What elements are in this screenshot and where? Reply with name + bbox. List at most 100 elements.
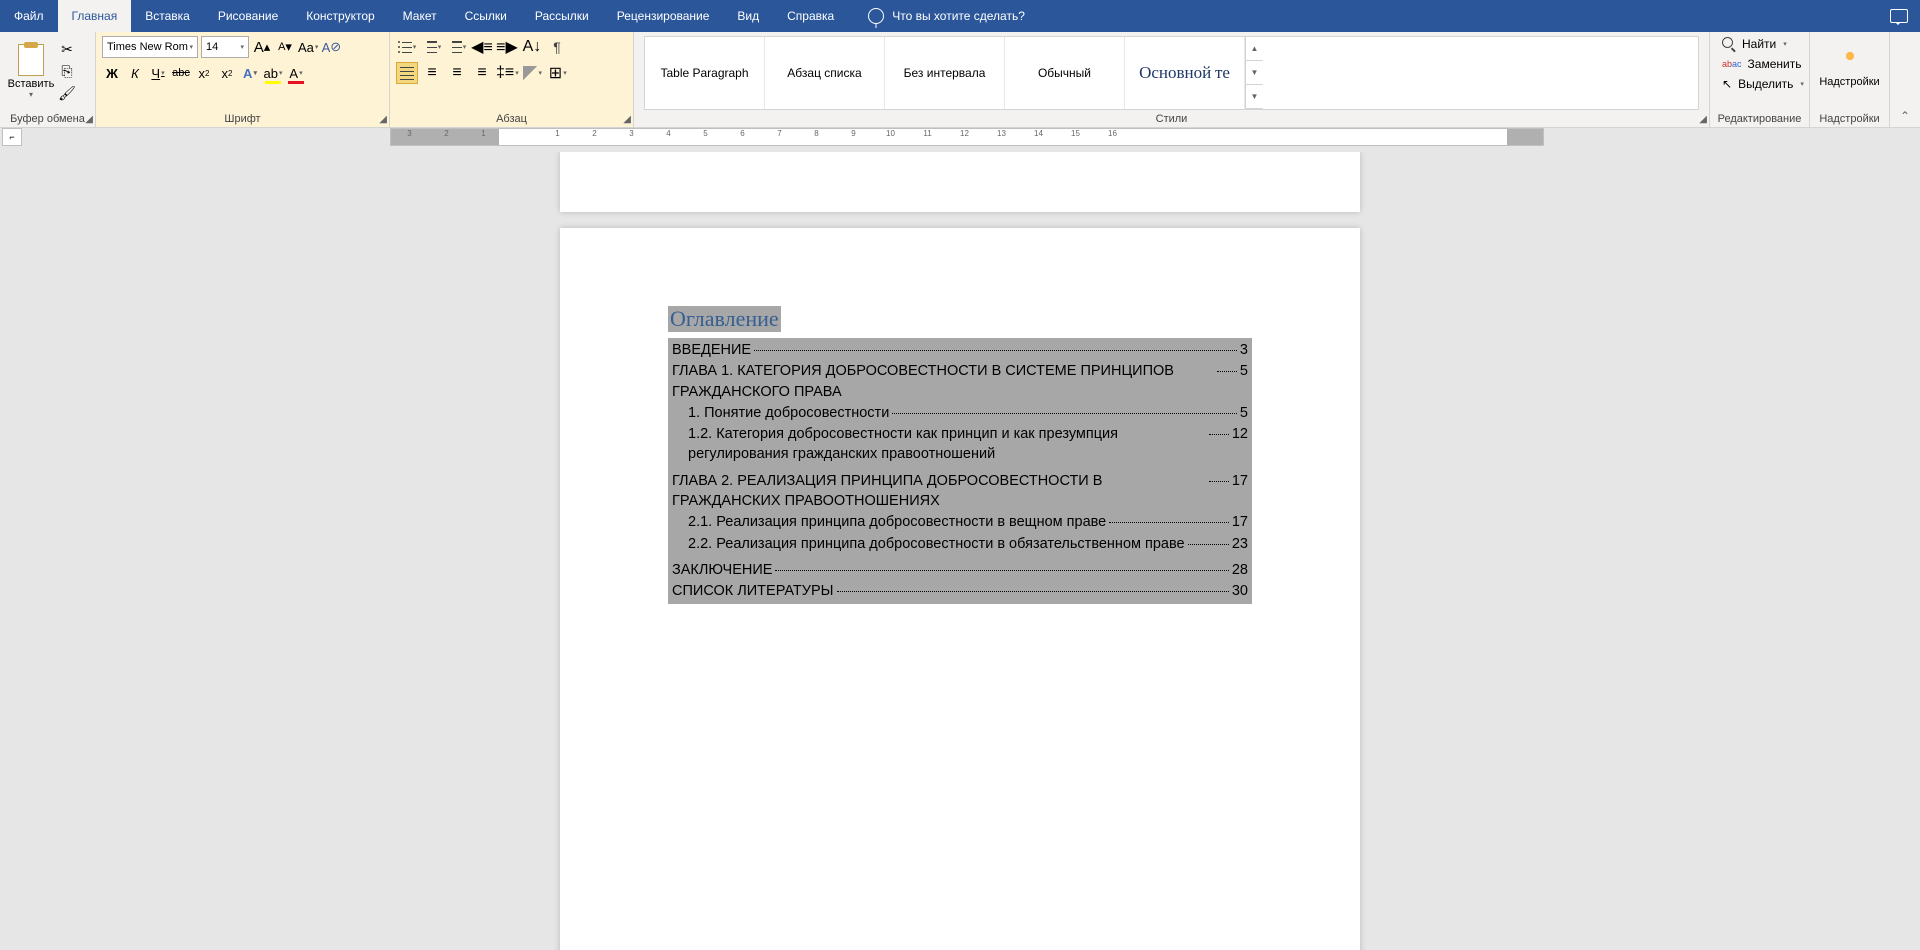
tab-insert[interactable]: Вставка xyxy=(131,0,204,32)
paste-button[interactable]: Вставить ▾ xyxy=(6,34,56,108)
style-body-text[interactable]: Основной те xyxy=(1125,37,1245,109)
toc-entry[interactable]: 1.2. Категория добросовестности как прин… xyxy=(672,424,1248,465)
font-size-select[interactable]: 14▾ xyxy=(201,36,249,58)
toc-page-number: 5 xyxy=(1240,361,1248,381)
dialog-launcher-icon[interactable]: ◢ xyxy=(623,114,631,125)
collapse-ribbon-button[interactable]: ⌃ xyxy=(1890,32,1920,127)
toc-entry[interactable]: ЗАКЛЮЧЕНИЕ 28 xyxy=(672,560,1248,580)
shrink-font-button[interactable]: A▾ xyxy=(275,36,295,58)
group-clipboard: Вставить ▾ ✂ ⎘ 🖌 Буфер обмена ◢ xyxy=(0,32,96,127)
increase-indent-button[interactable]: ≡▶ xyxy=(496,36,518,58)
multilevel-button[interactable]: ▾ xyxy=(446,36,468,58)
underline-button[interactable]: Ч▾ xyxy=(148,62,168,84)
justify-button[interactable]: ≡ xyxy=(471,62,493,84)
highlight-button[interactable]: ab▾ xyxy=(263,62,283,84)
dialog-launcher-icon[interactable]: ◢ xyxy=(85,114,93,125)
grow-font-button[interactable]: A▴ xyxy=(252,36,272,58)
toc-text: ГЛАВА 2. РЕАЛИЗАЦИЯ ПРИНЦИПА ДОБРОСОВЕСТ… xyxy=(672,471,1206,512)
gallery-more-button[interactable]: ▼ xyxy=(1246,85,1263,109)
tab-layout[interactable]: Макет xyxy=(389,0,451,32)
document-area[interactable]: Оглавление ВВЕДЕНИЕ3ГЛАВА 1. КАТЕГОРИЯ Д… xyxy=(0,152,1920,950)
toc-page-number: 17 xyxy=(1232,471,1248,491)
toc-entry[interactable]: 2.2. Реализация принципа добросовестност… xyxy=(672,534,1248,554)
tab-home[interactable]: Главная xyxy=(58,0,132,32)
clipboard-icon xyxy=(18,44,44,76)
group-label-clipboard: Буфер обмена xyxy=(6,111,89,127)
superscript-button[interactable]: x2 xyxy=(217,62,237,84)
previous-page-bottom xyxy=(560,152,1360,212)
group-label-styles: Стили xyxy=(640,111,1703,127)
tab-design[interactable]: Конструктор xyxy=(292,0,388,32)
find-button[interactable]: Найти▾ xyxy=(1716,34,1803,54)
tab-view[interactable]: Вид xyxy=(723,0,773,32)
line-spacing-button[interactable]: ‡≡▾ xyxy=(496,62,519,84)
addons-button[interactable]: Надстройки xyxy=(1816,34,1883,88)
toc-text: 1.2. Категория добросовестности как прин… xyxy=(688,424,1206,465)
clear-formatting-button[interactable]: A⊘ xyxy=(321,36,341,58)
horizontal-ruler[interactable]: 32112345678910111213141516 xyxy=(390,128,1544,146)
tab-file[interactable]: Файл xyxy=(0,0,58,32)
font-color-button[interactable]: A▾ xyxy=(286,62,306,84)
toc-entry[interactable]: ВВЕДЕНИЕ3 xyxy=(672,340,1248,360)
align-center-button[interactable]: ≡ xyxy=(421,62,443,84)
dialog-launcher-icon[interactable]: ◢ xyxy=(379,114,387,125)
tell-me-search[interactable]: Что вы хотите сделать? xyxy=(868,8,1025,24)
page: Оглавление ВВЕДЕНИЕ3ГЛАВА 1. КАТЕГОРИЯ Д… xyxy=(560,228,1360,950)
change-case-button[interactable]: Aa▾ xyxy=(298,36,318,58)
toc-page-number: 28 xyxy=(1232,560,1248,580)
toc-leader xyxy=(1217,371,1237,372)
ruler-corner[interactable]: ⌐ xyxy=(2,128,22,146)
format-painter-icon[interactable]: 🖌 xyxy=(58,84,76,102)
align-left-button[interactable] xyxy=(396,62,418,84)
tab-mailings[interactable]: Рассылки xyxy=(521,0,603,32)
bold-button[interactable]: Ж xyxy=(102,62,122,84)
strikethrough-button[interactable]: abc xyxy=(171,62,191,84)
tab-help[interactable]: Справка xyxy=(773,0,848,32)
show-marks-button[interactable]: ¶ xyxy=(546,36,568,58)
tab-review[interactable]: Рецензирование xyxy=(603,0,724,32)
toc-entry[interactable]: ГЛАВА 2. РЕАЛИЗАЦИЯ ПРИНЦИПА ДОБРОСОВЕСТ… xyxy=(672,471,1248,512)
copy-icon[interactable]: ⎘ xyxy=(58,62,76,80)
toc-leader xyxy=(1209,481,1229,482)
toc-page-number: 30 xyxy=(1232,581,1248,601)
comments-icon[interactable] xyxy=(1890,9,1908,23)
style-table-paragraph[interactable]: Table Paragraph xyxy=(645,37,765,109)
bulb-icon xyxy=(868,8,884,24)
toc-title[interactable]: Оглавление xyxy=(668,306,781,332)
borders-button[interactable]: ⊞▾ xyxy=(547,62,569,84)
tab-draw[interactable]: Рисование xyxy=(204,0,292,32)
text-effects-button[interactable]: A▾ xyxy=(240,62,260,84)
toc-page-number: 17 xyxy=(1232,512,1248,532)
subscript-button[interactable]: x2 xyxy=(194,62,214,84)
style-list-paragraph[interactable]: Абзац списка xyxy=(765,37,885,109)
toc-entry[interactable]: 2.1. Реализация принципа добросовестност… xyxy=(672,512,1248,532)
decrease-indent-button[interactable]: ◀≡ xyxy=(471,36,493,58)
dialog-launcher-icon[interactable]: ◢ xyxy=(1699,114,1707,125)
style-normal[interactable]: Обычный xyxy=(1005,37,1125,109)
gallery-down-button[interactable]: ▼ xyxy=(1246,61,1263,85)
cut-icon[interactable]: ✂ xyxy=(58,40,76,58)
toc-entry[interactable]: ГЛАВА 1. КАТЕГОРИЯ ДОБРОСОВЕСТНОСТИ В СИ… xyxy=(672,361,1248,402)
toc-block[interactable]: ВВЕДЕНИЕ3ГЛАВА 1. КАТЕГОРИЯ ДОБРОСОВЕСТН… xyxy=(668,338,1252,604)
toc-entry[interactable]: 1. Понятие добросовестности5 xyxy=(672,403,1248,423)
select-button[interactable]: ↖Выделить▾ xyxy=(1716,74,1803,94)
gallery-up-button[interactable]: ▲ xyxy=(1246,37,1263,61)
toc-page-number: 3 xyxy=(1240,340,1248,360)
toc-entry[interactable]: СПИСОК ЛИТЕРАТУРЫ30 xyxy=(672,581,1248,601)
numbering-button[interactable]: ▾ xyxy=(421,36,443,58)
toc-leader xyxy=(754,350,1237,351)
toc-text: ЗАКЛЮЧЕНИЕ xyxy=(672,560,772,580)
replace-button[interactable]: abacЗаменить xyxy=(1716,54,1803,74)
tab-references[interactable]: Ссылки xyxy=(451,0,521,32)
italic-button[interactable]: К xyxy=(125,62,145,84)
sort-button[interactable]: A↓ xyxy=(521,36,543,58)
style-no-spacing[interactable]: Без интервала xyxy=(885,37,1005,109)
group-label-editing: Редактирование xyxy=(1716,111,1803,127)
group-label-addons: Надстройки xyxy=(1816,111,1883,127)
font-name-select[interactable]: Times New Rom▾ xyxy=(102,36,198,58)
shading-button[interactable]: ▾ xyxy=(522,62,544,84)
align-right-button[interactable]: ≡ xyxy=(446,62,468,84)
addons-label: Надстройки xyxy=(1819,76,1879,88)
bullets-button[interactable]: ▾ xyxy=(396,36,418,58)
toc-leader xyxy=(775,570,1228,571)
